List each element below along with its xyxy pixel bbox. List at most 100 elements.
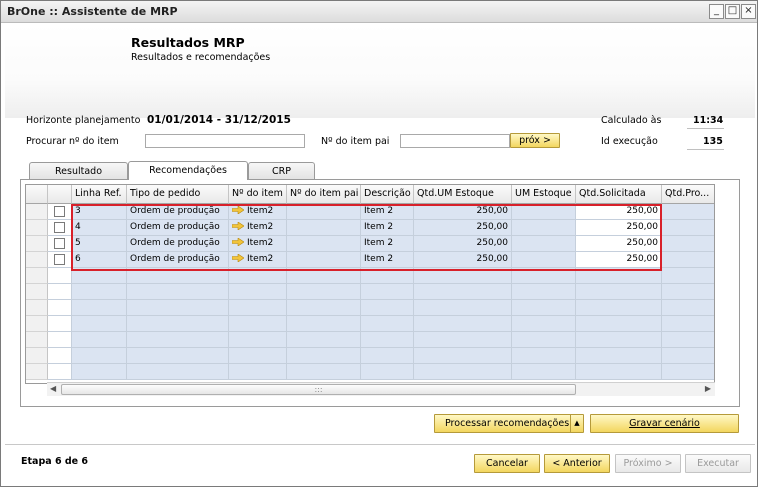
table-cell[interactable] [512,236,576,252]
table-cell[interactable]: Item2 [229,220,287,236]
column-header[interactable]: Linha Ref. [72,185,127,204]
horizontal-scrollbar[interactable]: ◀ ::: ▶ [47,382,715,396]
link-arrow-icon[interactable] [232,206,244,214]
tab-crp[interactable]: CRP [248,162,315,180]
empty-cell [287,364,361,380]
tab-recomendacoes[interactable]: Recomendações [128,161,248,180]
link-arrow-icon[interactable] [232,254,244,262]
tab-resultado[interactable]: Resultado [29,162,128,180]
table-cell[interactable]: 6 [72,252,127,268]
table-cell[interactable]: 4 [72,220,127,236]
table-cell[interactable]: Ordem de produção [127,204,229,220]
table-cell[interactable] [287,252,361,268]
column-header [26,185,48,204]
column-header[interactable]: Qtd.Solicitada [576,185,662,204]
row-checkbox[interactable] [54,254,65,265]
anterior-button[interactable]: < Anterior [544,454,610,473]
empty-cell [662,332,714,348]
row-number-cell [26,204,48,220]
table-cell[interactable] [287,204,361,220]
minimize-button[interactable]: _ [709,4,724,19]
table-cell[interactable]: Item 2 [361,204,414,220]
empty-cell [662,316,714,332]
table-cell[interactable]: Ordem de produção [127,236,229,252]
empty-cell [414,364,512,380]
row-checkbox[interactable] [54,206,65,217]
empty-cell [512,300,576,316]
prox-button[interactable]: próx > [510,133,560,148]
table-cell[interactable]: 250,00 [576,236,662,252]
table-cell[interactable]: 3 [72,204,127,220]
table-cell[interactable]: 250,00 [576,252,662,268]
table-cell[interactable]: Item 2 [361,252,414,268]
empty-cell [72,316,127,332]
table-cell[interactable]: 250,00 [576,204,662,220]
select-cell [48,332,72,348]
table-cell[interactable]: Item2 [229,236,287,252]
row-number-cell [26,220,48,236]
title-bar: BrOne :: Assistente de MRP _ □ × [1,1,757,23]
item-number: Item2 [247,206,274,216]
table-cell[interactable]: 250,00 [414,236,512,252]
empty-cell [576,348,662,364]
column-header[interactable]: Qtd.UM Estoque [414,185,512,204]
table-cell[interactable] [512,220,576,236]
cancelar-button[interactable]: Cancelar [474,454,540,473]
empty-cell [576,316,662,332]
column-header[interactable]: Nº do item pai [287,185,361,204]
table-cell[interactable] [512,204,576,220]
proximo-button: Próximo > [615,454,681,473]
table-cell[interactable]: 250,00 [414,204,512,220]
empty-cell [361,316,414,332]
scroll-right-icon[interactable]: ▶ [705,384,711,393]
link-arrow-icon[interactable] [232,238,244,246]
column-header[interactable]: Nº do item [229,185,287,204]
scroll-thumb[interactable]: ::: [61,384,576,395]
column-header [48,185,72,204]
table-cell[interactable] [512,252,576,268]
table-cell[interactable]: Item 2 [361,220,414,236]
table-cell[interactable]: 5 [72,236,127,252]
processar-button[interactable]: Processar recomendações ▲ [434,414,584,433]
empty-cell [361,300,414,316]
gravar-cenario-button[interactable]: Gravar cenário [590,414,739,433]
column-header[interactable]: Tipo de pedido [127,185,229,204]
table-cell[interactable] [662,236,714,252]
empty-cell [512,316,576,332]
column-header[interactable]: Descrição [361,185,414,204]
row-checkbox[interactable] [54,222,65,233]
column-header[interactable]: UM Estoque [512,185,576,204]
select-cell [48,364,72,380]
table-cell[interactable]: Ordem de produção [127,252,229,268]
id-exec-label: Id execução [601,136,658,147]
maximize-button[interactable]: □ [725,4,740,19]
item-pai-label: Nº do item pai [321,136,390,147]
scroll-left-icon[interactable]: ◀ [50,384,56,393]
table-cell[interactable] [662,252,714,268]
table-cell[interactable] [662,220,714,236]
empty-cell [576,332,662,348]
table-cell[interactable]: Item 2 [361,236,414,252]
procurar-input[interactable] [145,134,305,148]
select-cell [48,268,72,284]
empty-cell [414,316,512,332]
dropdown-arrow-icon[interactable]: ▲ [570,415,583,432]
table-cell[interactable]: Item2 [229,204,287,220]
table-cell[interactable]: Ordem de produção [127,220,229,236]
table-cell[interactable]: 250,00 [414,252,512,268]
window-title: BrOne :: Assistente de MRP [7,5,178,18]
table-cell[interactable]: 250,00 [576,220,662,236]
table-cell[interactable]: Item2 [229,252,287,268]
item-pai-input[interactable] [400,134,510,148]
table-cell[interactable] [287,220,361,236]
table-cell[interactable] [287,236,361,252]
empty-cell [229,284,287,300]
table-cell[interactable] [662,204,714,220]
column-header[interactable]: Qtd.Pro... [662,185,714,204]
empty-cell [229,348,287,364]
close-button[interactable]: × [741,4,756,19]
table-cell[interactable]: 250,00 [414,220,512,236]
empty-cell [662,364,714,380]
link-arrow-icon[interactable] [232,222,244,230]
row-checkbox[interactable] [54,238,65,249]
